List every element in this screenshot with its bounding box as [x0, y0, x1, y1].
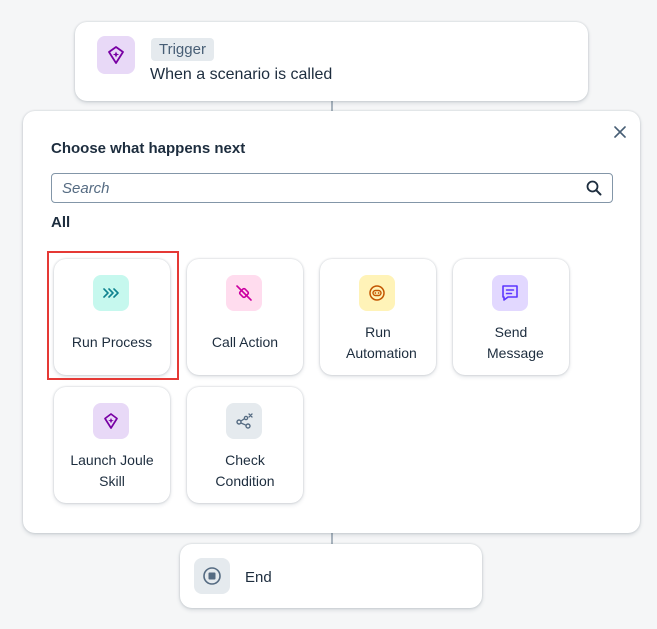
- end-label: End: [245, 569, 272, 586]
- tile-check-condition[interactable]: Check Condition: [187, 387, 303, 503]
- panel-title: Choose what happens next: [51, 140, 246, 157]
- automation-icon: [359, 275, 395, 311]
- tile-label: Check Condition: [215, 452, 275, 489]
- tile-send-message[interactable]: Send Message: [453, 259, 569, 375]
- tile-label: Send Message: [487, 324, 544, 361]
- diamond-sparkle-icon: [97, 36, 135, 74]
- run-process-icon: [93, 275, 129, 311]
- call-action-icon: [226, 275, 262, 311]
- tile-launch-joule-skill[interactable]: Launch Joule Skill: [54, 387, 170, 503]
- search-field[interactable]: [51, 173, 613, 203]
- section-label-all: All: [51, 214, 71, 231]
- trigger-step-card[interactable]: Trigger When a scenario is called: [75, 22, 588, 101]
- tile-run-automation[interactable]: Run Automation: [320, 259, 436, 375]
- tile-label: Launch Joule Skill: [70, 452, 154, 489]
- stop-icon: [194, 558, 230, 594]
- search-input[interactable]: [62, 174, 572, 202]
- trigger-description: When a scenario is called: [150, 66, 333, 83]
- joule-skill-icon: [93, 403, 129, 439]
- trigger-badge: Trigger: [151, 38, 214, 61]
- close-icon: [614, 126, 626, 138]
- close-button[interactable]: [611, 123, 629, 141]
- tile-label: Call Action: [211, 334, 279, 350]
- message-icon: [492, 275, 528, 311]
- tile-label: Run Process: [71, 334, 153, 350]
- tile-call-action[interactable]: Call Action: [187, 259, 303, 375]
- tile-run-process[interactable]: Run Process: [54, 259, 170, 375]
- end-step-card[interactable]: End: [180, 544, 482, 608]
- condition-icon: [226, 403, 262, 439]
- search-icon[interactable]: [586, 180, 602, 196]
- tile-label: Run Automation: [346, 324, 417, 361]
